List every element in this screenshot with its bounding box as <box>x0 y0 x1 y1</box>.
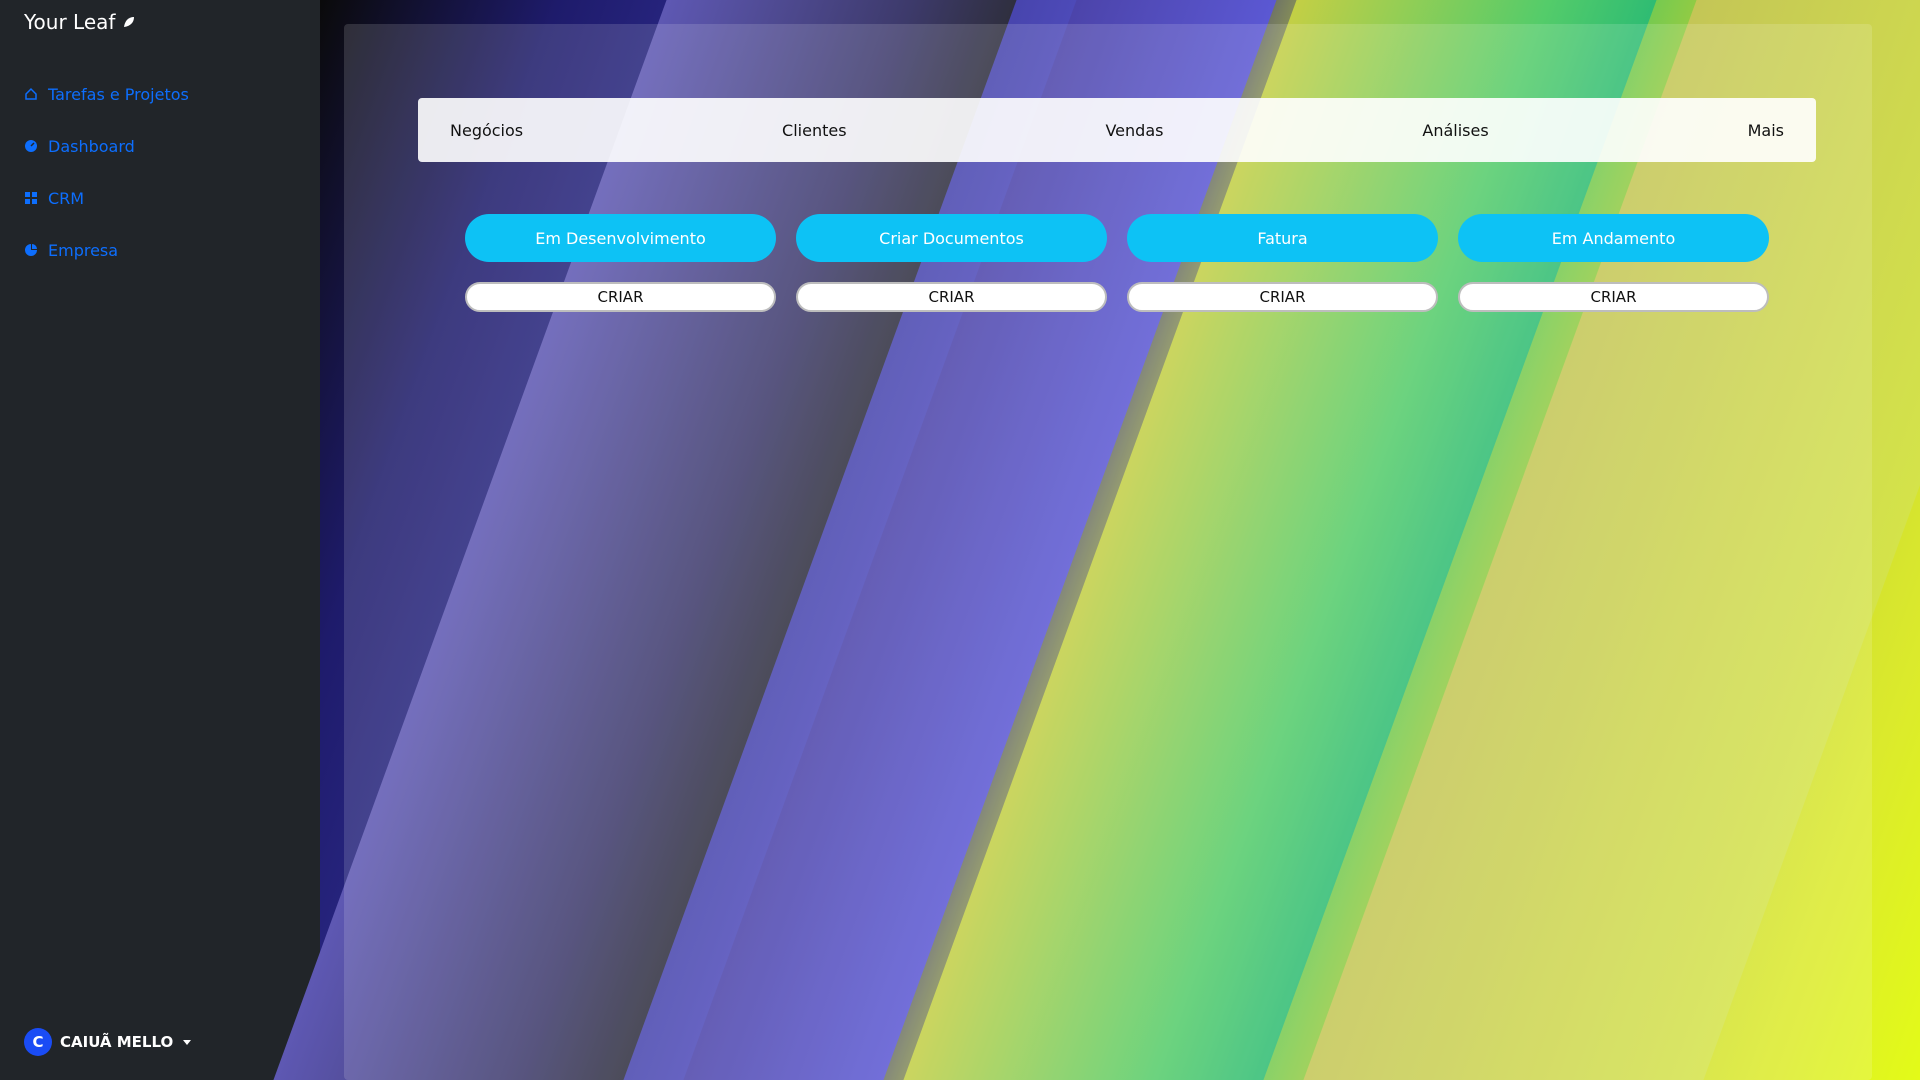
sidebar-nav: Tarefas e Projetos Dashboard CRM Empresa <box>24 68 189 276</box>
category-button[interactable]: Em Desenvolvimento <box>465 214 776 262</box>
card-em-andamento: Em Andamento CRIAR <box>1458 214 1769 312</box>
caret-down-icon <box>183 1039 192 1045</box>
grid-icon <box>25 192 37 204</box>
sidebar-item-empresa[interactable]: Empresa <box>24 224 189 276</box>
brand-name: Your Leaf <box>24 10 116 34</box>
card-fatura: Fatura CRIAR <box>1127 214 1438 312</box>
sidebar-item-label: Empresa <box>48 240 119 260</box>
leaf-icon <box>124 17 135 27</box>
category-button[interactable]: Criar Documentos <box>796 214 1107 262</box>
create-button[interactable]: CRIAR <box>796 282 1107 312</box>
tab-analises[interactable]: Análises <box>1422 121 1488 140</box>
cards-row: Em Desenvolvimento CRIAR Criar Documento… <box>465 214 1769 312</box>
tab-negocios[interactable]: Negócios <box>450 121 523 140</box>
content-panel: Negócios Clientes Vendas Análises Mais E… <box>344 24 1872 1080</box>
create-button[interactable]: CRIAR <box>465 282 776 312</box>
sidebar-item-crm[interactable]: CRM <box>24 172 189 224</box>
main-area: Negócios Clientes Vendas Análises Mais E… <box>273 0 1920 1080</box>
create-button[interactable]: CRIAR <box>1458 282 1769 312</box>
category-button[interactable]: Em Andamento <box>1458 214 1769 262</box>
sidebar-item-label: CRM <box>48 188 85 208</box>
tab-clientes[interactable]: Clientes <box>782 121 847 140</box>
user-name: CAIUÃ MELLO <box>60 1033 174 1051</box>
sidebar-item-dashboard[interactable]: Dashboard <box>24 120 189 172</box>
tab-bar: Negócios Clientes Vendas Análises Mais <box>418 98 1816 162</box>
category-button[interactable]: Fatura <box>1127 214 1438 262</box>
card-em-desenvolvimento: Em Desenvolvimento CRIAR <box>465 214 776 312</box>
brand[interactable]: Your Leaf <box>24 10 135 34</box>
user-menu[interactable]: C CAIUÃ MELLO <box>24 1028 192 1056</box>
speedometer-icon <box>25 140 37 152</box>
tab-mais[interactable]: Mais <box>1748 121 1784 140</box>
sidebar-item-tarefas[interactable]: Tarefas e Projetos <box>24 68 189 120</box>
sidebar-item-label: Tarefas e Projetos <box>48 84 189 104</box>
home-icon <box>25 87 37 100</box>
sidebar: Your Leaf Tarefas e Projetos Dashboard C… <box>0 0 320 1080</box>
pie-chart-icon <box>25 244 37 256</box>
sidebar-item-label: Dashboard <box>48 136 135 156</box>
card-criar-documentos: Criar Documentos CRIAR <box>796 214 1107 312</box>
tab-vendas[interactable]: Vendas <box>1105 121 1163 140</box>
create-button[interactable]: CRIAR <box>1127 282 1438 312</box>
avatar: C <box>24 1028 52 1056</box>
